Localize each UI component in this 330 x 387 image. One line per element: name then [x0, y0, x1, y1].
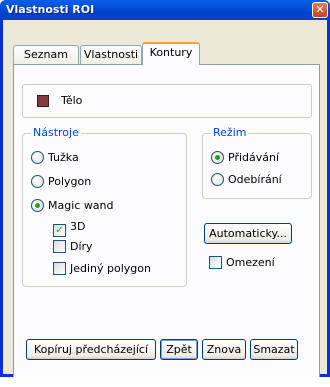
tools-group: Nástroje Tužka Polygon Magic wand ✓ 3D Dí… — [22, 126, 187, 287]
title-bar[interactable]: Vlastnosti ROI ✕ — [0, 0, 330, 20]
window-title: Vlastnosti ROI — [6, 3, 95, 16]
redo-button[interactable]: Znova — [202, 339, 246, 360]
checkbox-jediny-polygon[interactable]: Jediný polygon — [53, 262, 151, 276]
roi-name-box: Tělo — [22, 84, 312, 118]
checkbox-3d[interactable]: ✓ 3D — [53, 220, 85, 237]
radio-icon[interactable] — [31, 175, 44, 188]
checkbox-label: 3D — [70, 220, 86, 233]
roi-name: Tělo — [61, 94, 83, 107]
tab-vlastnosti[interactable]: Vlastnosti — [80, 45, 142, 64]
delete-button[interactable]: Smazat — [250, 339, 298, 360]
mode-group: Režim Přidávání Odebírání — [202, 126, 312, 199]
tools-legend: Nástroje — [31, 126, 81, 140]
close-icon[interactable]: ✕ — [312, 2, 328, 18]
radio-label: Polygon — [48, 175, 92, 188]
mode-legend: Režim — [211, 126, 249, 140]
below-window-area — [0, 377, 330, 387]
tab-kontury[interactable]: Kontury — [142, 42, 200, 65]
checkbox-diry[interactable]: Díry — [53, 240, 93, 254]
checkbox-label: Díry — [70, 240, 93, 253]
tab-seznam-roi[interactable]: Seznam ROI — [13, 45, 79, 78]
undo-button[interactable]: Zpět — [160, 339, 198, 360]
checkbox-icon[interactable] — [209, 256, 222, 269]
radio-pridavani[interactable]: Přidávání — [211, 151, 279, 165]
radio-icon[interactable] — [211, 173, 224, 186]
checkbox-omezeni[interactable]: Omezení — [209, 256, 275, 270]
dialog-window: Vlastnosti ROI ✕ Seznam ROI Vlastnosti K… — [0, 0, 330, 382]
radio-icon[interactable] — [31, 151, 44, 164]
radio-magic-wand[interactable]: Magic wand — [31, 199, 114, 213]
radio-icon-selected[interactable] — [211, 151, 224, 164]
tab-panel-kontury: Tělo Nástroje Tužka Polygon Magic wand ✓… — [13, 64, 320, 382]
dialog-client-area: Seznam ROI Vlastnosti Kontury Tělo Nástr… — [3, 20, 327, 382]
auto-button[interactable]: Automaticky... — [204, 223, 292, 244]
radio-tuzka[interactable]: Tužka — [31, 151, 79, 165]
checkbox-label: Omezení — [226, 256, 275, 269]
radio-odebirani[interactable]: Odebírání — [211, 173, 282, 187]
copy-previous-button[interactable]: Kopíruj předcházející — [26, 339, 156, 360]
radio-label: Odebírání — [228, 173, 282, 186]
radio-label: Tužka — [48, 151, 79, 164]
checkmark-icon[interactable]: ✓ — [53, 224, 66, 237]
radio-polygon[interactable]: Polygon — [31, 175, 91, 189]
radio-label: Magic wand — [48, 199, 114, 212]
checkbox-label: Jediný polygon — [70, 262, 151, 275]
radio-label: Přidávání — [228, 151, 280, 164]
checkbox-icon[interactable] — [53, 262, 66, 275]
radio-icon-selected[interactable] — [31, 199, 44, 212]
roi-color-swatch — [37, 95, 49, 107]
checkbox-icon[interactable] — [53, 240, 66, 253]
